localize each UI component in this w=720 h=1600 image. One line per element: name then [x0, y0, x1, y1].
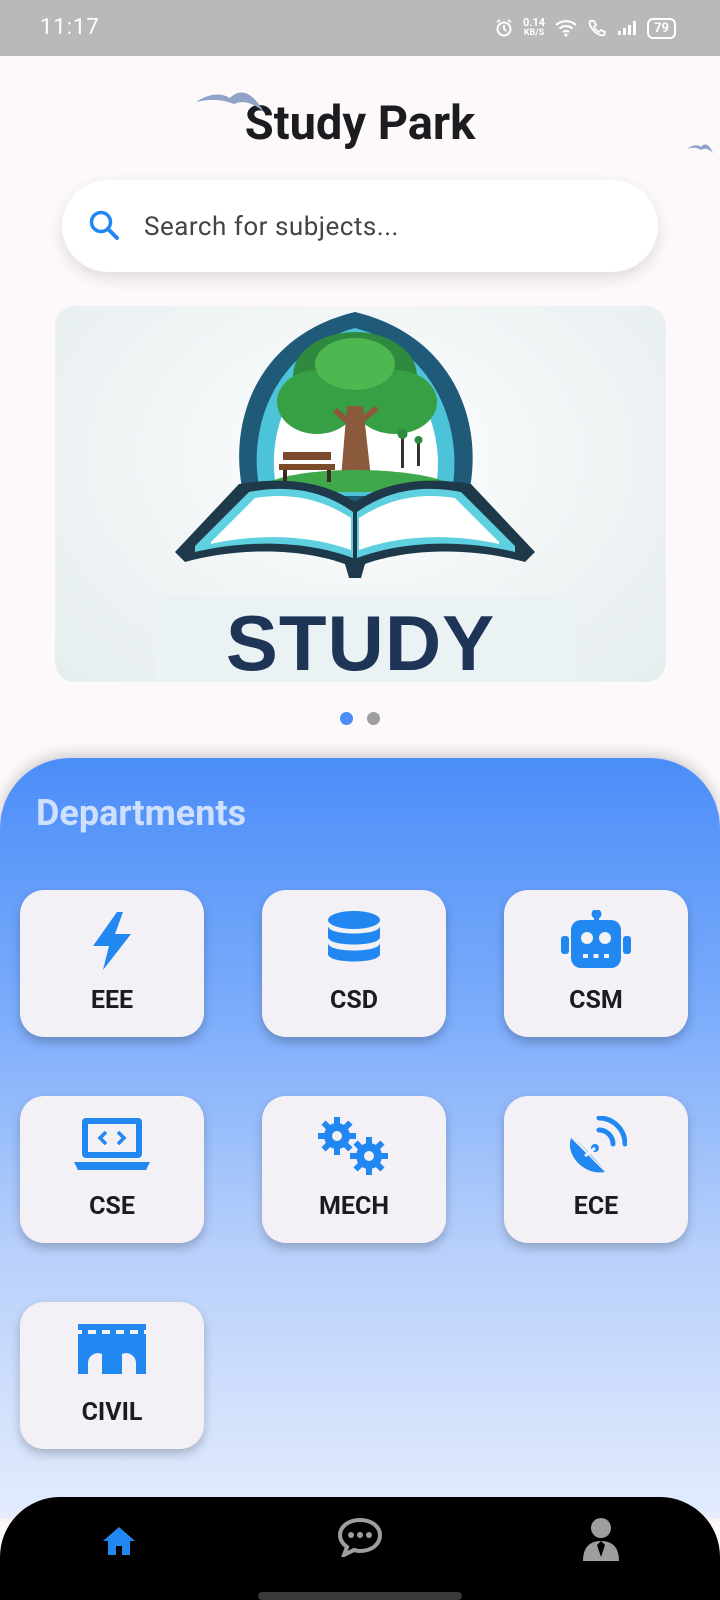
- home-icon: [103, 1527, 135, 1555]
- bridge-icon: [20, 1322, 204, 1376]
- banner-carousel[interactable]: STUDY: [55, 306, 666, 682]
- net-speed-value: 0.14: [522, 16, 546, 29]
- user-icon: [583, 1518, 619, 1561]
- app-title: Study Park: [244, 96, 476, 151]
- bird-decoration: [194, 86, 266, 120]
- department-label: EEE: [90, 986, 134, 1015]
- home-indicator[interactable]: [258, 1592, 462, 1600]
- department-card-mech[interactable]: MECH: [262, 1096, 446, 1243]
- carousel-indicator: [0, 712, 720, 725]
- network-speed: 0.14 KB/S: [522, 16, 546, 38]
- department-label: CIVIL: [81, 1398, 143, 1427]
- department-label: CSD: [330, 986, 378, 1015]
- department-label: CSE: [89, 1192, 135, 1221]
- wifi-icon: [555, 19, 577, 37]
- nav-chat[interactable]: [337, 1517, 383, 1561]
- departments-title: Departments: [36, 792, 247, 834]
- status-time: 11:17: [40, 15, 100, 40]
- department-card-ece[interactable]: ECE: [504, 1096, 688, 1243]
- status-icons: 0.14 KB/S 79: [495, 14, 676, 42]
- status-bar: 11:17 0.14 KB/S 79: [0, 0, 720, 56]
- department-label: ECE: [573, 1192, 619, 1221]
- gears-icon: [262, 1116, 446, 1176]
- search-icon: [86, 207, 122, 247]
- satellite-dish-icon: [504, 1116, 688, 1178]
- search-input[interactable]: [142, 204, 626, 250]
- search-bar[interactable]: [62, 180, 658, 272]
- nav-profile[interactable]: [582, 1517, 620, 1565]
- signal-icon: [617, 20, 637, 36]
- robot-icon: [504, 910, 688, 972]
- lightning-bolt-icon: [20, 910, 204, 972]
- alarm-icon: [495, 19, 513, 37]
- nav-home[interactable]: [102, 1525, 136, 1561]
- banner-word: STUDY: [225, 599, 496, 682]
- bottom-navigation: [0, 1497, 720, 1600]
- laptop-code-icon: [20, 1116, 204, 1172]
- database-icon: [262, 910, 446, 972]
- chat-icon: [337, 1517, 383, 1560]
- carousel-dot[interactable]: [367, 712, 380, 725]
- department-card-cse[interactable]: CSE: [20, 1096, 204, 1243]
- net-speed-unit: KB/S: [523, 28, 545, 38]
- call-icon: [587, 19, 607, 37]
- battery-indicator: 79: [647, 17, 676, 39]
- department-card-csm[interactable]: CSM: [504, 890, 688, 1037]
- department-label: MECH: [319, 1192, 389, 1221]
- department-card-civil[interactable]: CIVIL: [20, 1302, 204, 1449]
- department-card-csd[interactable]: CSD: [262, 890, 446, 1037]
- department-card-eee[interactable]: EEE: [20, 890, 204, 1037]
- departments-panel: Departments EEE CSD CSM CSE MECH ECE CIV…: [0, 758, 720, 1518]
- bird-decoration-small: [686, 140, 714, 159]
- carousel-dot-active[interactable]: [340, 712, 353, 725]
- department-label: CSM: [569, 986, 623, 1015]
